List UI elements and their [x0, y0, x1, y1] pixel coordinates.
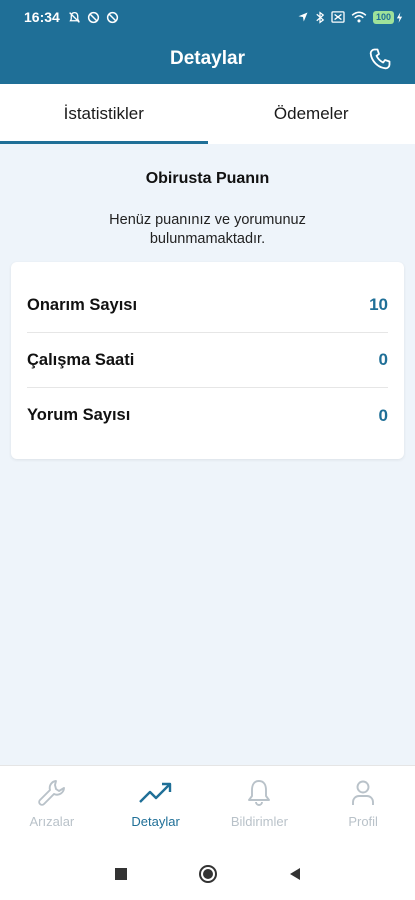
stat-value: 0: [378, 350, 388, 369]
tab-label: Ödemeler: [273, 104, 349, 123]
nav-item-faults[interactable]: Arızalar: [0, 766, 104, 847]
stat-label: Çalışma Saati: [27, 350, 135, 369]
trending-up-icon: [138, 782, 171, 803]
stats-card: Onarım Sayısı 10 Çalışma Saati 0 Yorum S…: [11, 262, 404, 459]
stat-value: 0: [378, 405, 388, 425]
charging-icon: [396, 11, 403, 23]
sim-icon: [331, 11, 345, 23]
wrench-icon: [38, 780, 65, 806]
nav-item-notifications[interactable]: Bildirimler: [208, 766, 312, 847]
nav-label: Bildirimler: [230, 814, 288, 829]
nav-item-details[interactable]: Detaylar: [104, 766, 208, 847]
tab-label: İstatistikler: [63, 104, 144, 123]
app-bar: Detaylar: [0, 34, 415, 84]
nav-item-profile[interactable]: Profil: [311, 766, 415, 847]
stat-row-repairs: Onarım Sayısı 10: [27, 278, 388, 333]
user-icon: [352, 780, 375, 805]
bluetooth-icon: [316, 10, 325, 24]
score-empty-message: Henüz puanınız ve yorumunuz bulunmamakta…: [109, 212, 306, 247]
tab-bar: İstatistikler Ödemeler: [0, 84, 415, 144]
score-title: Obirusta Puanın: [145, 170, 270, 187]
stat-row-reviews: Yorum Sayısı 0: [27, 388, 388, 443]
status-bar: 16:34 100: [0, 0, 415, 34]
system-navigation-bar: [0, 847, 415, 900]
nav-label: Arızalar: [29, 814, 75, 829]
blocked-icon: [87, 11, 99, 23]
tab-payments[interactable]: Ödemeler: [208, 84, 415, 144]
stat-row-working-hours: Çalışma Saati 0: [27, 333, 388, 388]
status-time: 16:34: [24, 9, 60, 25]
recents-button[interactable]: [114, 867, 128, 881]
stat-value: 10: [369, 295, 388, 314]
location-icon: [298, 12, 308, 22]
bottom-navigation: Arızalar Detaylar Bildirimler Profil: [0, 765, 415, 847]
bell-icon: [248, 780, 271, 806]
phone-icon: [369, 48, 391, 70]
stat-label: Yorum Sayısı: [27, 406, 131, 424]
wifi-icon: [351, 11, 367, 23]
back-button[interactable]: [288, 867, 302, 881]
nav-label: Detaylar: [131, 814, 180, 829]
bell-off-icon: [68, 11, 80, 23]
home-button[interactable]: [198, 864, 218, 884]
battery-indicator: 100: [372, 10, 403, 24]
blocked-icon: [106, 11, 118, 23]
page-title: Detaylar: [170, 48, 245, 69]
battery-level: 100: [372, 10, 394, 24]
stat-label: Onarım Sayısı: [27, 295, 138, 314]
call-button[interactable]: [367, 46, 393, 72]
tab-statistics[interactable]: İstatistikler: [0, 84, 208, 144]
nav-label: Profil: [348, 814, 378, 829]
